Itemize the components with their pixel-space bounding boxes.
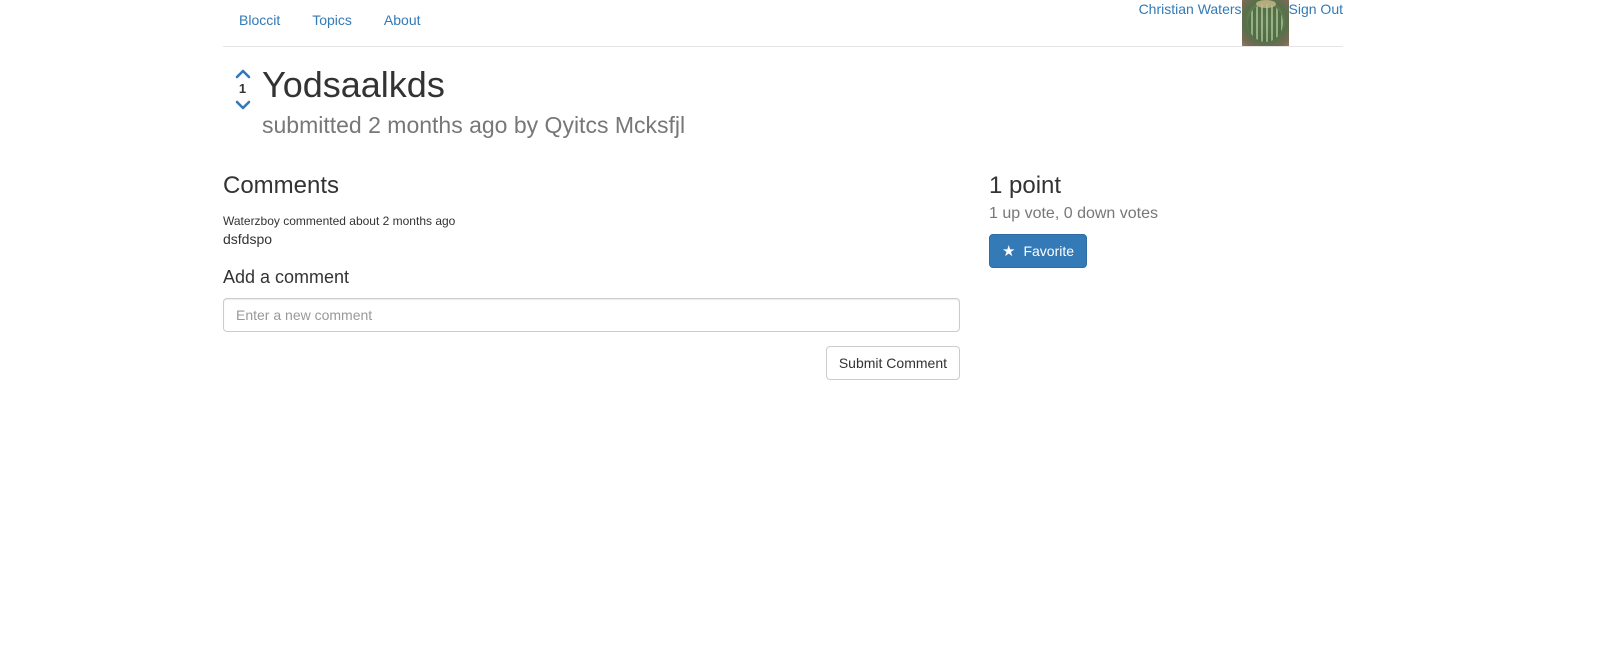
nav-links: Bloccit Topics About — [223, 12, 437, 28]
nav-link-topics[interactable]: Topics — [296, 12, 368, 28]
favorite-button[interactable]: ★ Favorite — [989, 234, 1088, 268]
comment-meta: Waterzboy commented about 2 months ago — [223, 214, 456, 228]
favorite-label: Favorite — [1023, 243, 1075, 259]
post-header: 1 Yodsaalkds submitted 2 months ago by Q… — [223, 62, 685, 139]
comment-input[interactable] — [223, 298, 960, 332]
vote-widget: 1 — [223, 62, 262, 139]
user-menu: Christian Waters Sign Out — [1139, 0, 1343, 46]
post-heading: Yodsaalkds submitted 2 months ago by Qyi… — [262, 62, 685, 139]
top-navbar: Bloccit Topics About Christian Waters Si… — [223, 0, 1343, 47]
user-name-link[interactable]: Christian Waters — [1139, 0, 1242, 18]
chevron-up-icon[interactable] — [235, 66, 251, 80]
comment-item: Waterzboy commented about 2 months ago d… — [223, 214, 960, 247]
comments-section: Comments Waterzboy commented about 2 mon… — [223, 172, 960, 380]
votes-summary: 1 up vote, 0 down votes — [989, 205, 1158, 222]
comment-body: dsfdspo — [223, 231, 273, 247]
points-total: 1 point — [989, 172, 1062, 199]
post-sidebar: 1 point 1 up vote, 0 down votes ★ Favori… — [989, 172, 1343, 268]
submit-comment-button[interactable]: Submit Comment — [825, 346, 960, 380]
nav-link-about[interactable]: About — [368, 12, 437, 28]
post-title: Yodsaalkds — [262, 64, 445, 105]
post-submitted-info: submitted 2 months ago by Qyitcs Mcksfjl — [262, 112, 686, 138]
chevron-down-icon[interactable] — [235, 98, 251, 112]
nav-link-bloccit[interactable]: Bloccit — [223, 12, 296, 28]
page-container: Bloccit Topics About Christian Waters Si… — [223, 0, 1343, 659]
comments-title: Comments — [223, 172, 340, 199]
avatar[interactable] — [1241, 0, 1289, 46]
sign-out-link[interactable]: Sign Out — [1289, 0, 1343, 18]
vote-count: 1 — [238, 81, 247, 96]
submit-row: Submit Comment — [223, 346, 960, 380]
star-icon: ★ — [1002, 243, 1016, 260]
add-comment-title: Add a comment — [223, 267, 350, 287]
